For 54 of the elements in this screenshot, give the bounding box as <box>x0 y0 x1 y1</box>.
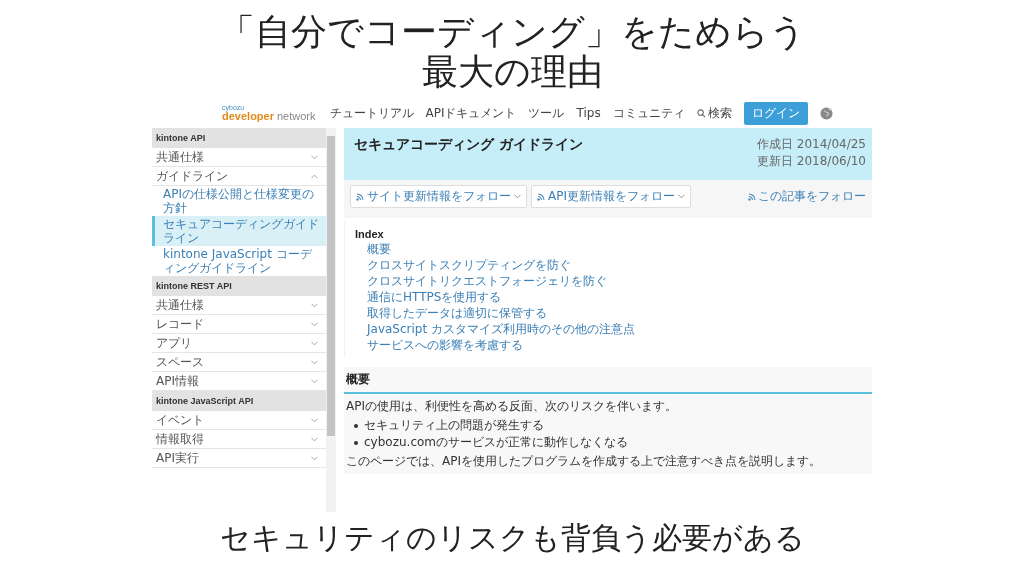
nav-link[interactable]: ツール <box>528 104 565 122</box>
index-title: Index <box>355 228 385 240</box>
paragraph: APIの使用は、利便性を高める反面、次のリスクを伴います。 <box>346 399 678 414</box>
sidebar-item[interactable]: レコード <box>152 315 326 334</box>
bullet-item: セキュリティ上の問題が発生する <box>364 418 544 433</box>
index-link[interactable]: 通信にHTTPSを使用する <box>355 289 862 305</box>
index-link[interactable]: 概要 <box>355 241 862 257</box>
index-link[interactable]: サービスへの影響を考慮する <box>355 337 862 353</box>
sidebar-item[interactable]: アプリ <box>152 334 326 353</box>
sidebar-item[interactable]: 共通仕様 <box>152 296 326 315</box>
article-title: セキュアコーディング ガイドライン <box>354 136 583 154</box>
search-icon <box>696 108 706 118</box>
section-heading: 概要 <box>344 367 872 394</box>
index-link[interactable]: クロスサイトスクリプティングを防ぐ <box>355 257 862 273</box>
follow-article-link[interactable]: この記事をフォロー <box>748 185 866 205</box>
index-link[interactable]: クロスサイトリクエストフォージェリを防ぐ <box>355 273 862 289</box>
nav-link[interactable]: Tips <box>576 106 601 120</box>
updated-date: 更新日 2018/06/10 <box>757 153 866 170</box>
nav-link[interactable]: コミュニティ <box>612 104 685 122</box>
search-link[interactable]: 検索 <box>696 104 732 122</box>
bullet-dot <box>354 440 358 445</box>
logo-brand: developer <box>222 111 274 122</box>
slide-title-line: 「自分でコーディング」をためらう <box>218 12 806 52</box>
logo-suffix: network <box>276 111 316 122</box>
bullet-dot <box>354 423 358 428</box>
sidebar-item[interactable]: 共通仕様 <box>152 148 326 167</box>
caret-icon <box>514 194 521 199</box>
sidebar-item[interactable]: スペース <box>152 353 326 372</box>
sidebar-subitem[interactable]: APIの仕様公開と仕様変更の方針 <box>152 186 326 216</box>
slide-title-line: 最大の理由 <box>421 52 603 92</box>
sidebar-item[interactable]: API実行 <box>152 449 326 468</box>
rss-icon <box>537 192 545 201</box>
sidebar-item[interactable]: イベント <box>152 411 326 430</box>
scrollbar-drawing[interactable] <box>326 128 336 512</box>
bullet-item: cybozu.comのサービスが正常に動作しなくなる <box>364 435 628 450</box>
rss-icon <box>356 192 364 201</box>
globe-icon[interactable] <box>819 106 833 120</box>
created-date: 作成日 2014/04/25 <box>757 136 866 153</box>
caret-icon <box>678 194 685 199</box>
sidebar-section: kintone API <box>152 128 326 148</box>
follow-dropdown[interactable]: API更新情報をフォロー <box>531 185 691 208</box>
paragraph: このページでは、APIを使用したプログラムを作成する上で注意すべき点を説明します。 <box>346 454 822 469</box>
follow-dropdown[interactable]: サイト更新情報をフォロー <box>350 185 527 208</box>
sidebar-item[interactable]: ガイドライン <box>152 167 326 186</box>
sidebar-subitem[interactable]: kintone JavaScript コーディングガイドライン <box>152 246 326 276</box>
sidebar-section: kintone JavaScript API <box>152 391 326 411</box>
slide-caption: セキュリティのリスクも背負う必要がある <box>219 520 805 556</box>
nav-link[interactable]: APIドキュメント <box>425 104 517 122</box>
index-link[interactable]: JavaScript カスタマイズ利用時のその他の注意点 <box>355 321 862 337</box>
rss-icon <box>748 192 756 201</box>
sidebar-item[interactable]: 情報取得 <box>152 430 326 449</box>
index-link[interactable]: 取得したデータは適切に保管する <box>355 305 862 321</box>
nav-link[interactable]: チュートリアル <box>329 104 414 122</box>
sidebar-section: kintone REST API <box>152 276 326 296</box>
